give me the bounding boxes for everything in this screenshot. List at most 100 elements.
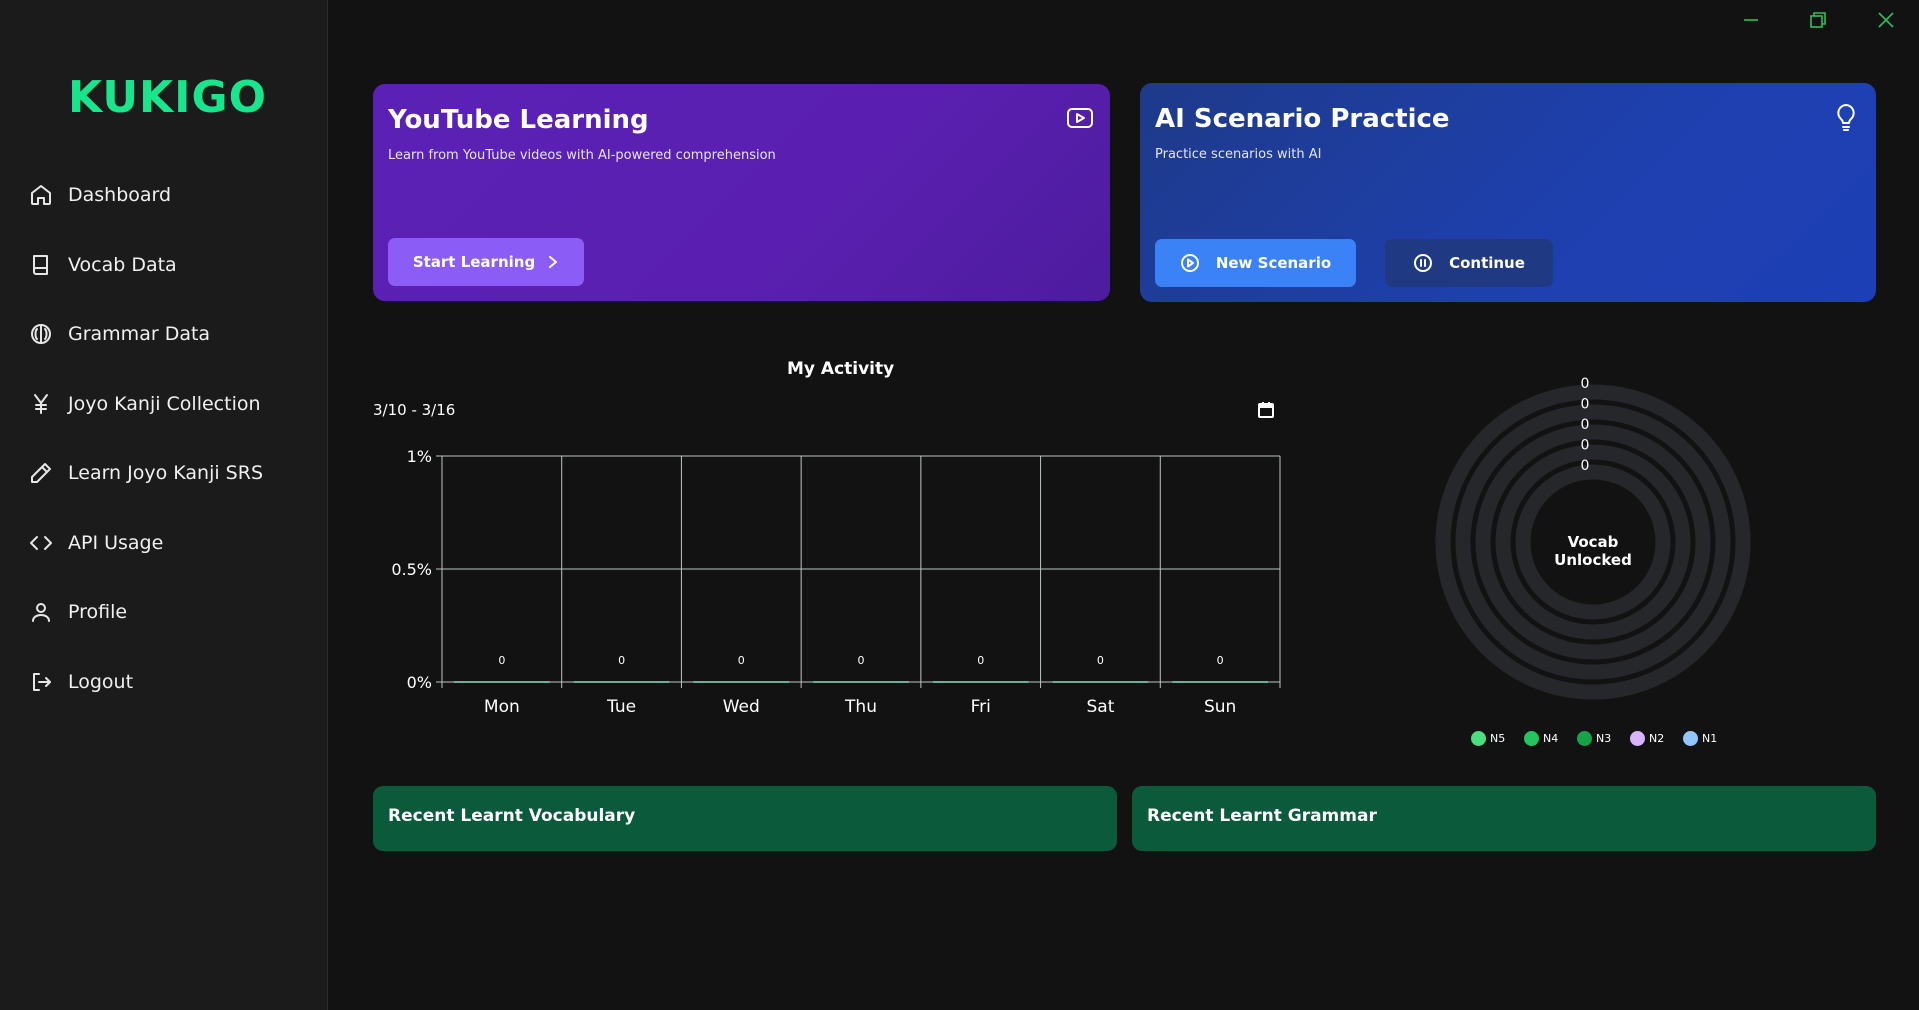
donut-center-label: Vocab Unlocked [1554, 533, 1632, 569]
chevron-right-icon [549, 256, 558, 268]
legend-item-n3: N3 [1577, 731, 1611, 746]
sidebar-item-grammar-data[interactable]: Grammar Data [28, 312, 308, 356]
recent-grammar-panel[interactable]: Recent Learnt Grammar [1132, 786, 1876, 851]
ai-scenario-card: AI Scenario Practice Practice scenarios … [1140, 83, 1876, 302]
sidebar-item-label: API Usage [68, 532, 164, 554]
sidebar-item-api-usage[interactable]: API Usage [28, 521, 308, 565]
sidebar-item-label: Dashboard [68, 184, 172, 206]
y-tick-label: 1% [407, 447, 432, 466]
sidebar-item-label: Joyo Kanji Collection [68, 393, 261, 415]
bar [693, 681, 790, 683]
recent-grammar-title: Recent Learnt Grammar [1147, 806, 1377, 826]
youtube-icon [1064, 102, 1096, 134]
close-icon [1878, 12, 1894, 28]
ring-value-label: 0 [1581, 458, 1590, 474]
sidebar: KUKIGO Dashboard Vocab Data Grammar Data… [0, 0, 328, 1010]
legend-item-n4: N4 [1524, 731, 1558, 746]
bar [932, 681, 1029, 683]
sidebar-item-vocab-data[interactable]: Vocab Data [28, 243, 308, 287]
ring-value-label: 0 [1581, 417, 1590, 433]
ring-value-label: 0 [1581, 438, 1590, 454]
legend-dot [1471, 731, 1486, 746]
minimize-button[interactable] [1731, 8, 1771, 32]
legend-dot [1524, 731, 1539, 746]
continue-label: Continue [1449, 254, 1525, 272]
sidebar-item-label: Learn Joyo Kanji SRS [68, 462, 264, 484]
sidebar-item-label: Logout [68, 671, 134, 693]
legend-label: N5 [1490, 732, 1506, 745]
youtube-learning-card: YouTube Learning Learn from YouTube vide… [373, 84, 1110, 301]
sidebar-item-label: Profile [68, 601, 128, 623]
legend-label: N3 [1596, 732, 1612, 745]
sidebar-item-profile[interactable]: Profile [28, 590, 308, 634]
data-label: 0 [1217, 654, 1224, 667]
home-icon [28, 182, 54, 208]
restore-icon [1810, 12, 1826, 28]
play-circle-icon [1180, 254, 1199, 272]
minimize-icon [1744, 19, 1758, 21]
sidebar-item-joyo-kanji-collection[interactable]: Joyo Kanji Collection [28, 382, 308, 426]
pause-circle-icon [1414, 254, 1433, 272]
data-label: 0 [977, 654, 984, 667]
restore-button[interactable] [1798, 8, 1838, 32]
data-label: 0 [1097, 654, 1104, 667]
sidebar-item-logout[interactable]: Logout [28, 660, 308, 704]
yen-icon [28, 391, 54, 417]
legend-dot [1577, 731, 1592, 746]
date-range: 3/10 - 3/16 [373, 401, 456, 419]
activity-title: My Activity [787, 359, 895, 379]
bar [453, 681, 550, 683]
sidebar-item-label: Vocab Data [68, 254, 177, 276]
x-tick-label: Sun [1204, 697, 1236, 717]
data-label: 0 [738, 654, 745, 667]
data-label: 0 [498, 654, 505, 667]
legend-item-n2: N2 [1630, 731, 1664, 746]
sidebar-item-learn-joyo-kanji-srs[interactable]: Learn Joyo Kanji SRS [28, 451, 308, 495]
recent-vocabulary-panel[interactable]: Recent Learnt Vocabulary [373, 786, 1117, 851]
x-tick-label: Sat [1086, 697, 1114, 717]
legend-item-n1: N1 [1683, 731, 1717, 746]
bar [573, 681, 670, 683]
bar [1172, 681, 1269, 683]
user-icon [28, 599, 54, 625]
logout-icon [28, 669, 54, 695]
ring-value-label: 0 [1581, 376, 1590, 392]
continue-button[interactable]: Continue [1385, 239, 1553, 287]
bar [1052, 681, 1149, 683]
x-tick-label: Wed [723, 697, 760, 717]
activity-chart: 0% 0.5% 1% 0 Mon 0 Tue 0 Wed 0 Thu 0 Fri 0 Sat 0 Sun [391, 447, 1281, 717]
sidebar-item-label: Grammar Data [68, 323, 211, 345]
x-tick-label: Tue [606, 697, 636, 717]
start-learning-label: Start Learning [412, 253, 536, 271]
ring-value-label: 0 [1581, 397, 1590, 413]
code-icon [28, 530, 54, 556]
y-tick-label: 0% [407, 673, 432, 692]
legend-dot [1630, 731, 1645, 746]
card-subtitle: Practice scenarios with AI [1155, 147, 1322, 162]
data-label: 0 [618, 654, 625, 667]
close-button[interactable] [1866, 8, 1906, 32]
y-tick-label: 0.5% [391, 560, 432, 579]
sidebar-item-dashboard[interactable]: Dashboard [28, 173, 308, 217]
book-icon [28, 252, 54, 278]
pencil-icon [28, 460, 54, 486]
card-subtitle: Learn from YouTube videos with AI-powere… [388, 148, 776, 163]
legend-label: N4 [1543, 732, 1559, 745]
x-tick-label: Mon [484, 697, 520, 717]
legend-dot [1683, 731, 1698, 746]
data-label: 0 [858, 654, 865, 667]
new-scenario-button[interactable]: New Scenario [1155, 239, 1356, 287]
legend-item-n5: N5 [1471, 731, 1505, 746]
brain-icon [28, 321, 54, 347]
legend-label: N1 [1702, 732, 1718, 745]
recent-vocabulary-title: Recent Learnt Vocabulary [388, 806, 636, 826]
card-title: YouTube Learning [388, 105, 649, 135]
calendar-icon[interactable] [1256, 400, 1276, 420]
legend-label: N2 [1649, 732, 1665, 745]
bar [813, 681, 909, 683]
start-learning-button[interactable]: Start Learning [388, 238, 584, 286]
card-title: AI Scenario Practice [1155, 104, 1450, 134]
app-logo: KUKIGO [68, 72, 268, 123]
x-tick-label: Thu [844, 697, 877, 717]
x-tick-label: Fri [971, 697, 991, 717]
